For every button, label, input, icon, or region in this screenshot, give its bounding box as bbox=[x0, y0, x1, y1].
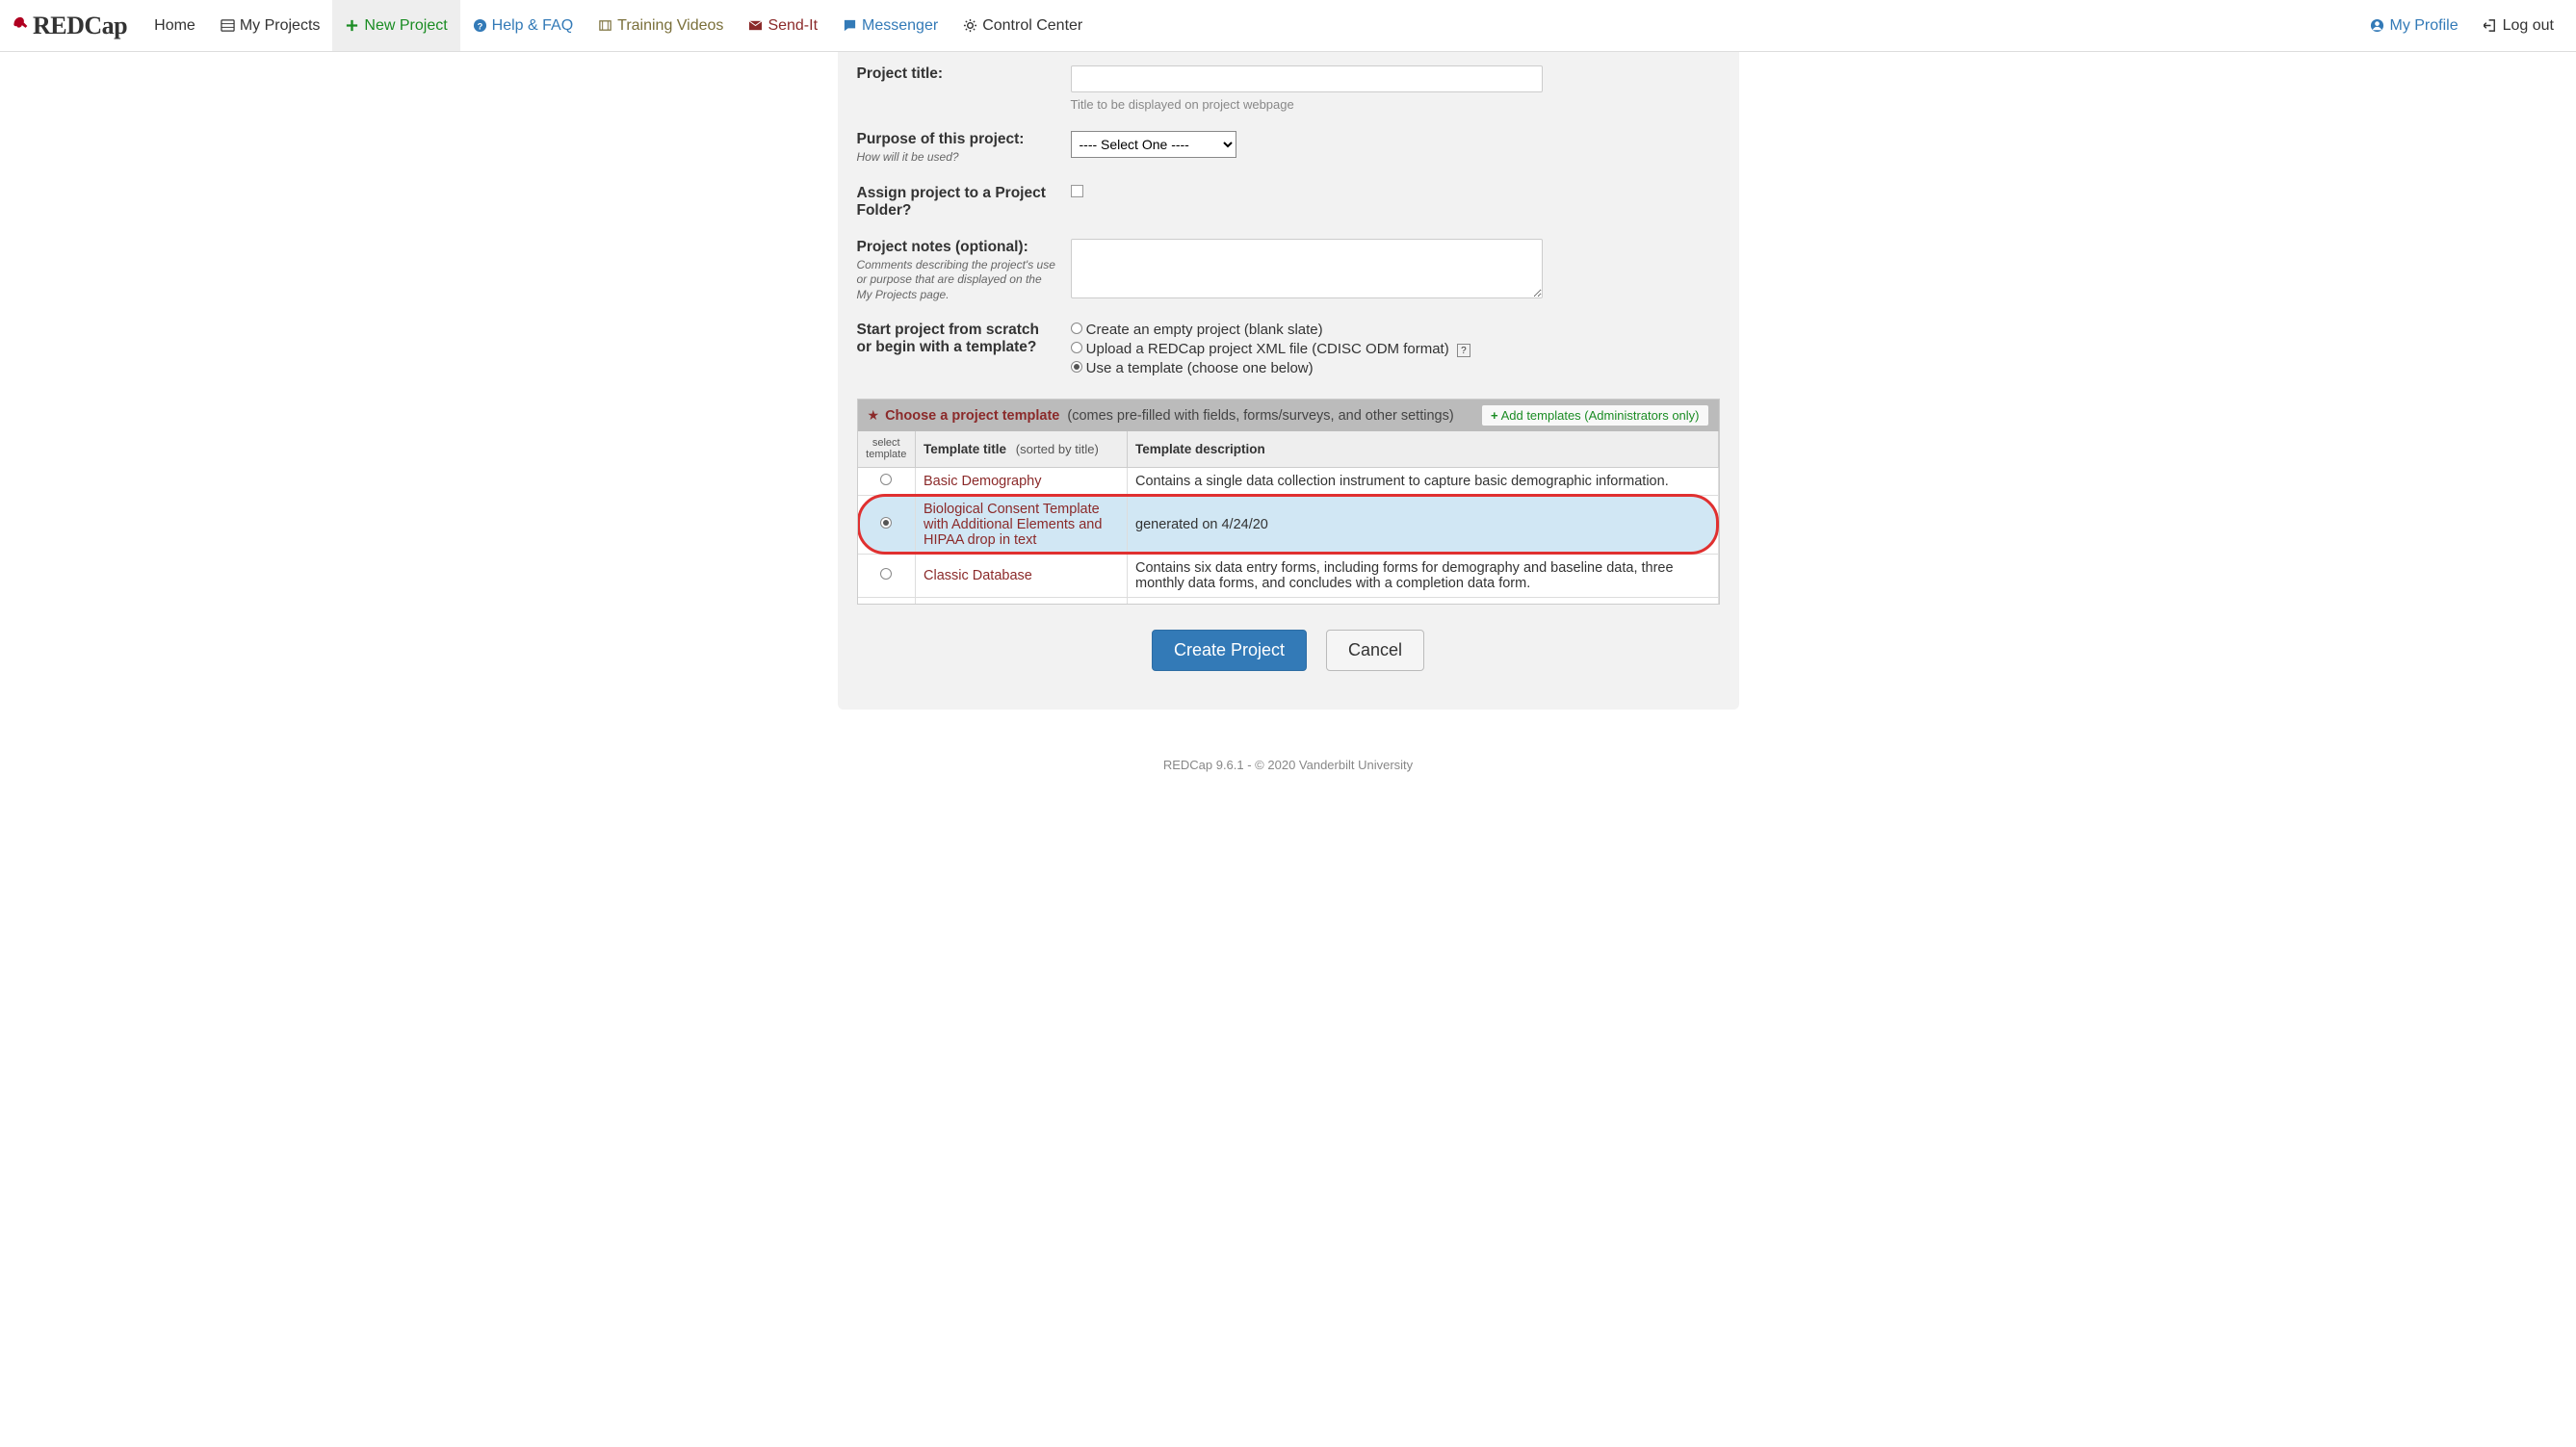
table-row[interactable]: Classic Database Contains six data entry … bbox=[858, 554, 1719, 597]
question-circle-icon: ? bbox=[473, 18, 487, 33]
col-desc-header: Template description bbox=[1128, 431, 1719, 467]
top-nav: REDCap Home My Projects New Project ? He… bbox=[0, 0, 2576, 52]
template-description: Contains nine data entry forms (beginnin… bbox=[1128, 597, 1719, 604]
cancel-button[interactable]: Cancel bbox=[1326, 630, 1424, 671]
nav-home[interactable]: Home bbox=[142, 0, 208, 51]
radio-empty-label[interactable]: Create an empty project (blank slate) bbox=[1071, 322, 1720, 338]
nav-my-profile[interactable]: My Profile bbox=[2357, 17, 2470, 35]
svg-text:?: ? bbox=[477, 21, 482, 31]
nav-control-center[interactable]: Control Center bbox=[950, 0, 1095, 51]
gear-icon bbox=[963, 18, 977, 33]
user-circle-icon bbox=[2370, 18, 2384, 33]
template-header: ★ Choose a project template (comes pre-f… bbox=[858, 400, 1719, 431]
folder-label: Assign project to a Project Folder? bbox=[857, 185, 1057, 220]
template-header-title: Choose a project template bbox=[885, 408, 1059, 424]
nav-new-project[interactable]: New Project bbox=[332, 0, 459, 51]
nav-training[interactable]: Training Videos bbox=[585, 0, 736, 51]
template-title-link[interactable]: Biological Consent Template with Additio… bbox=[924, 502, 1102, 548]
logo[interactable]: REDCap bbox=[10, 12, 127, 40]
redcap-icon bbox=[10, 15, 31, 37]
notes-label: Project notes (optional): bbox=[857, 239, 1057, 256]
template-radio[interactable] bbox=[880, 604, 892, 605]
template-table: select template Template title (sorted b… bbox=[858, 431, 1719, 604]
template-description: Contains six data entry forms, including… bbox=[1128, 554, 1719, 597]
template-radio[interactable] bbox=[880, 517, 892, 529]
template-description: Contains a single data collection instru… bbox=[1128, 467, 1719, 495]
star-icon: ★ bbox=[868, 407, 880, 424]
logo-text: REDCap bbox=[33, 12, 127, 40]
project-title-help: Title to be displayed on project webpage bbox=[1071, 97, 1720, 112]
create-project-button[interactable]: Create Project bbox=[1152, 630, 1307, 671]
nav-messenger[interactable]: Messenger bbox=[830, 0, 950, 51]
folder-checkbox[interactable] bbox=[1071, 185, 1083, 197]
plus-icon bbox=[345, 18, 359, 33]
new-project-form: Project title: Title to be displayed on … bbox=[838, 52, 1739, 710]
footer: REDCap 9.6.1 - © 2020 Vanderbilt Univers… bbox=[0, 758, 2576, 791]
template-radio[interactable] bbox=[880, 568, 892, 580]
purpose-select[interactable]: ---- Select One ---- bbox=[1071, 131, 1236, 158]
project-title-input[interactable] bbox=[1071, 65, 1543, 92]
nav-sendit[interactable]: Send-It bbox=[736, 0, 830, 51]
template-description: generated on 4/24/20 bbox=[1128, 495, 1719, 554]
envelope-icon bbox=[748, 18, 763, 33]
purpose-sublabel: How will it be used? bbox=[857, 150, 1057, 166]
table-row[interactable]: Basic Demography Contains a single data c… bbox=[858, 467, 1719, 495]
nav-help[interactable]: ? Help & FAQ bbox=[460, 0, 585, 51]
table-row[interactable]: Biological Consent Template with Additio… bbox=[858, 495, 1719, 554]
film-icon bbox=[598, 18, 612, 33]
list-icon bbox=[221, 18, 235, 33]
project-notes-input[interactable] bbox=[1071, 239, 1543, 298]
template-title-link[interactable]: Longitudinal Database (1 arm) bbox=[924, 604, 1111, 605]
project-title-label: Project title: bbox=[857, 65, 1057, 83]
col-select-header: select template bbox=[858, 431, 916, 467]
start-label: Start project from scratch or begin with… bbox=[857, 322, 1057, 356]
template-header-sub: (comes pre-filled with fields, forms/sur… bbox=[1067, 408, 1453, 424]
radio-template[interactable] bbox=[1071, 361, 1082, 373]
radio-empty[interactable] bbox=[1071, 323, 1082, 334]
template-radio[interactable] bbox=[880, 474, 892, 485]
radio-xml-label[interactable]: Upload a REDCap project XML file (CDISC … bbox=[1071, 341, 1720, 357]
col-title-header[interactable]: Template title (sorted by title) bbox=[916, 431, 1128, 467]
help-icon[interactable]: ? bbox=[1457, 344, 1470, 357]
radio-template-label[interactable]: Use a template (choose one below) bbox=[1071, 360, 1720, 376]
table-row[interactable]: Longitudinal Database (1 arm) Contains ni… bbox=[858, 597, 1719, 604]
logout-icon bbox=[2484, 18, 2498, 33]
nav-my-projects[interactable]: My Projects bbox=[208, 0, 333, 51]
radio-xml[interactable] bbox=[1071, 342, 1082, 353]
template-panel: ★ Choose a project template (comes pre-f… bbox=[857, 399, 1720, 605]
chat-icon bbox=[843, 18, 857, 33]
purpose-label: Purpose of this project: bbox=[857, 131, 1057, 148]
notes-sublabel: Comments describing the project's use or… bbox=[857, 258, 1057, 303]
nav-logout[interactable]: Log out bbox=[2471, 17, 2566, 35]
template-title-link[interactable]: Classic Database bbox=[924, 568, 1032, 583]
add-templates-button[interactable]: +Add templates (Administrators only) bbox=[1481, 404, 1709, 426]
template-title-link[interactable]: Basic Demography bbox=[924, 474, 1042, 489]
